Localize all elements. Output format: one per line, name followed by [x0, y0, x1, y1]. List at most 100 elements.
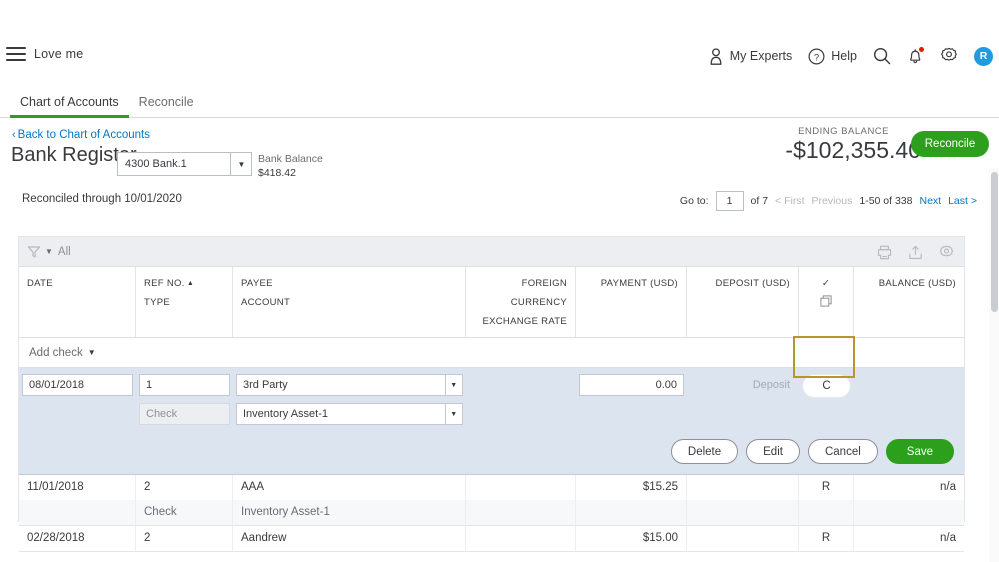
column-header-balance[interactable]: BALANCE (USD) — [854, 267, 964, 337]
reconcile-button[interactable]: Reconcile — [911, 131, 989, 157]
payee-combobox[interactable]: 3rd Party ▼ — [236, 374, 463, 396]
column-header-payment[interactable]: PAYMENT (USD) — [576, 267, 687, 337]
add-check-button[interactable]: Add check — [29, 347, 83, 359]
edit-payment-spacer-cell — [576, 403, 687, 425]
my-experts-button[interactable]: My Experts — [708, 47, 792, 65]
account-input[interactable]: Inventory Asset-1 — [236, 403, 445, 425]
chevron-left-icon: ‹ — [12, 129, 16, 141]
deposit-input[interactable]: Deposit — [690, 374, 796, 396]
cell-deposit — [687, 526, 799, 551]
column-label-foreign-currency: FOREIGN CURRENCY — [510, 278, 567, 308]
sort-ascending-icon: ▲ — [184, 280, 195, 287]
bank-balance-label: Bank Balance — [258, 153, 323, 165]
chevron-down-icon[interactable]: ▼ — [230, 152, 252, 176]
cell-balance-sub — [854, 500, 964, 525]
previous-page-button[interactable]: Previous — [812, 195, 853, 207]
printer-icon[interactable] — [877, 245, 892, 260]
back-to-chart-of-accounts-link[interactable]: ‹ Back to Chart of Accounts — [12, 129, 150, 141]
filter-label[interactable]: All — [58, 246, 71, 258]
chevron-down-icon[interactable]: ▼ — [88, 348, 96, 357]
expert-person-icon — [708, 47, 724, 65]
edit-account-cell: Inventory Asset-1 ▼ — [233, 403, 466, 425]
pagination: Go to: of 7 < First Previous 1-50 of 338… — [680, 191, 977, 211]
total-pages-label: of 7 — [750, 195, 769, 207]
cell-date: 02/28/2018 — [19, 526, 136, 551]
delete-button[interactable]: Delete — [670, 439, 739, 464]
help-label: Help — [831, 49, 857, 63]
edit-row-actions: Delete Edit Cancel Save — [19, 431, 964, 474]
help-circle-icon: ? — [808, 47, 825, 65]
account-combobox[interactable]: Inventory Asset-1 ▼ — [236, 403, 463, 425]
help-button[interactable]: ? Help — [808, 47, 857, 65]
cell-status[interactable]: R — [799, 475, 854, 500]
register-title-area: ‹ Back to Chart of Accounts Bank Register… — [0, 118, 999, 181]
ending-balance-label: ENDING BALANCE — [798, 126, 889, 137]
edit-row-line-1: 08/01/2018 1 3rd Party ▼ 0.00 Deposit C — [19, 368, 964, 398]
first-page-button[interactable]: < First — [775, 195, 804, 207]
column-label-deposit: DEPOSIT (USD) — [715, 278, 790, 289]
next-page-button[interactable]: Next — [920, 195, 942, 207]
copy-icon[interactable] — [807, 295, 845, 307]
cell-exchange-rate — [466, 500, 576, 525]
reconcile-status-toggle[interactable]: C — [802, 374, 851, 398]
table-row[interactable]: 02/28/2018 2 Aandrew $15.00 R n/a — [19, 526, 964, 552]
cancel-button[interactable]: Cancel — [807, 439, 878, 464]
settings-button[interactable] — [940, 47, 958, 65]
funnel-icon[interactable] — [27, 245, 41, 259]
header-actions: My Experts ? Help R — [708, 41, 993, 71]
column-label-exchange-rate: EXCHANGE RATE — [482, 316, 567, 327]
edit-status-cell: C — [799, 374, 854, 398]
table-row[interactable]: 11/01/2018 2 AAA $15.25 R n/a Check Inve… — [19, 475, 964, 526]
cell-payee: AAA — [233, 475, 466, 500]
bank-balance: Bank Balance $418.42 — [258, 152, 323, 180]
ref-no-input[interactable]: 1 — [139, 374, 230, 396]
app-header: Love me My Experts ? Help R — [0, 0, 999, 80]
column-header-deposit[interactable]: DEPOSIT (USD) — [687, 267, 799, 337]
save-button[interactable]: Save — [885, 439, 954, 464]
back-link-label: Back to Chart of Accounts — [17, 129, 150, 141]
cell-ref-no: 2 — [136, 475, 233, 500]
payee-input[interactable]: 3rd Party — [236, 374, 445, 396]
payment-input[interactable]: 0.00 — [579, 374, 684, 396]
column-header-date[interactable]: DATE — [19, 267, 136, 337]
chevron-down-icon[interactable]: ▼ — [444, 403, 463, 425]
table-header: DATE REF NO. ▲ TYPE PAYEE ACCOUNT FOREIG… — [19, 267, 964, 338]
goto-label: Go to: — [679, 195, 709, 207]
avatar[interactable]: R — [974, 46, 993, 66]
register-tool-icons — [877, 237, 954, 267]
table-row-line-1: 11/01/2018 2 AAA $15.25 R n/a — [19, 475, 964, 500]
edit-status-spacer-cell — [799, 403, 854, 425]
goto-page-input[interactable] — [715, 191, 744, 211]
edit-deposit-cell: Deposit — [687, 374, 799, 398]
hamburger-icon[interactable] — [5, 45, 27, 63]
cell-status[interactable]: R — [799, 526, 854, 551]
chevron-down-icon[interactable]: ▼ — [45, 247, 53, 256]
column-header-payee[interactable]: PAYEE ACCOUNT — [233, 267, 466, 337]
edit-button[interactable]: Edit — [746, 439, 800, 464]
tab-chart-of-accounts[interactable]: Chart of Accounts — [10, 95, 129, 118]
tab-reconcile[interactable]: Reconcile — [129, 95, 204, 117]
ending-balance-area: ENDING BALANCE -$102,355.40 Reconcile — [759, 118, 999, 181]
gear-icon[interactable] — [939, 245, 954, 260]
cell-type: Check — [136, 500, 233, 525]
chevron-down-icon[interactable]: ▼ — [444, 374, 463, 396]
cell-ref-no: 2 — [136, 526, 233, 551]
export-icon[interactable] — [908, 245, 923, 260]
notification-badge — [918, 46, 925, 53]
vertical-scrollbar-thumb[interactable] — [991, 172, 998, 312]
column-header-foreign-currency[interactable]: FOREIGN CURRENCY EXCHANGE RATE — [466, 267, 576, 337]
column-header-ref-no[interactable]: REF NO. ▲ TYPE — [136, 267, 233, 337]
tab-bar: Chart of Accounts Reconcile — [0, 86, 999, 118]
search-icon — [873, 47, 891, 65]
svg-text:?: ? — [814, 52, 819, 63]
notifications-button[interactable] — [907, 46, 925, 65]
cell-balance: n/a — [854, 475, 964, 500]
search-button[interactable] — [873, 47, 891, 65]
last-page-button[interactable]: Last > — [948, 195, 977, 207]
edit-date-cell: 08/01/2018 — [19, 374, 136, 398]
date-input[interactable]: 08/01/2018 — [22, 374, 133, 396]
edit-spacer-cell — [19, 403, 136, 425]
cell-balance: n/a — [854, 526, 964, 551]
column-header-reconcile-status[interactable]: ✓ — [799, 267, 854, 337]
cell-status-sub — [799, 500, 854, 525]
